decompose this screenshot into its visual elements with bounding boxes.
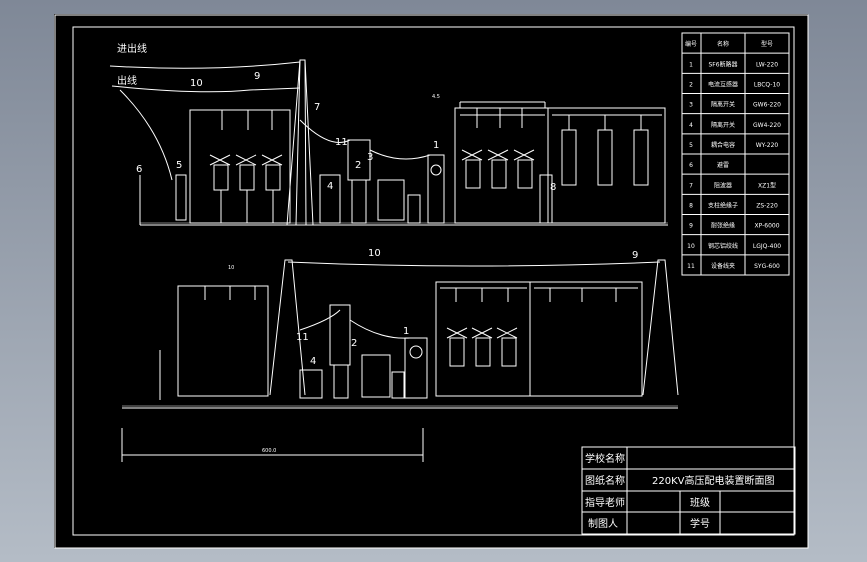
- dimension-600: 600.0: [262, 448, 276, 454]
- drawing-name-value: 220KV高压配电装置断面图: [652, 474, 775, 487]
- callout-top-6: 6: [136, 164, 142, 175]
- parts-table-cell: 1: [689, 61, 693, 68]
- parts-table-cell: 耦合电容: [711, 141, 735, 149]
- parts-table-cell: 耐张绝缘: [711, 222, 735, 230]
- callout-top-2: 2: [355, 160, 361, 171]
- parts-table-cell: 隔离开关: [711, 101, 735, 109]
- callout-top-4: 4: [327, 181, 333, 192]
- parts-table-cell: 3: [689, 102, 693, 109]
- parts-table-cell: LBCQ-10: [754, 81, 780, 88]
- parts-table-cell: 8: [689, 202, 693, 209]
- callout-top-11: 11: [335, 137, 348, 148]
- parts-table-cell: 阻波器: [714, 181, 732, 189]
- parts-table-cell: 设备线夹: [711, 262, 735, 270]
- callout-bottom-2: 2: [351, 338, 357, 349]
- parts-table-cell: 10: [687, 243, 695, 250]
- parts-table-cell: XZ1型: [758, 181, 776, 189]
- cad-drawing: 进出线 出线 10 9 7 11 3 1 4 2 8 6 5 4.5 10 9 …: [54, 14, 809, 549]
- callout-top-5: 5: [176, 160, 182, 171]
- inner-frame: [72, 26, 795, 536]
- parts-table-cell: 避雷: [717, 161, 729, 169]
- small-dimension-left: 10: [228, 265, 234, 271]
- outgoing-line-label: 出线: [117, 74, 137, 87]
- callout-top-3: 3: [367, 152, 373, 163]
- parts-table-cell: SF6断路器: [708, 60, 737, 68]
- callout-bottom-9: 9: [632, 250, 638, 261]
- callout-bottom-1: 1: [403, 326, 409, 337]
- callout-top-10: 10: [190, 78, 203, 89]
- parts-table: [681, 32, 790, 276]
- parts-table-cell: 电流互感器: [708, 80, 738, 88]
- callout-top-8: 8: [550, 182, 556, 193]
- parts-table-cell: 5: [689, 142, 693, 149]
- parts-table-cell: 2: [689, 81, 693, 88]
- lower-section-view: [121, 259, 679, 462]
- parts-table-cell: 4: [689, 122, 693, 129]
- small-dimension-top: 4.5: [432, 94, 440, 100]
- parts-table-cell: GW4-220: [753, 122, 781, 129]
- parts-table-cell: 6: [689, 162, 693, 169]
- drawing-name-label: 图纸名称: [585, 474, 625, 487]
- parts-table-header: 编号: [685, 40, 697, 48]
- parts-table-cell: XP-6000: [754, 223, 779, 230]
- parts-table-cell: LGJQ-400: [753, 243, 781, 250]
- parts-table-cell: WY-220: [756, 142, 779, 149]
- callout-top-1: 1: [433, 140, 439, 151]
- parts-table-header: 型号: [761, 40, 773, 48]
- callout-bottom-11: 11: [296, 332, 309, 343]
- school-name-label: 学校名称: [585, 452, 625, 465]
- callout-bottom-4: 4: [310, 356, 316, 367]
- callout-top-9: 9: [254, 71, 260, 82]
- parts-table-cell: 支柱绝缘子: [708, 201, 738, 209]
- parts-table-cell: 11: [687, 263, 695, 270]
- callout-top-7: 7: [314, 102, 320, 113]
- parts-table-cell: 隔离开关: [711, 121, 735, 129]
- parts-table-cell: SYG-600: [754, 263, 780, 270]
- class-label: 班级: [690, 497, 710, 509]
- parts-table-cell: ZS-220: [756, 202, 778, 209]
- parts-table-header: 名称: [717, 40, 729, 48]
- student-id-label: 学号: [690, 517, 710, 530]
- parts-table-cell: 9: [689, 223, 693, 230]
- parts-table-cell: LW-220: [756, 61, 778, 68]
- parts-table-cell: 7: [689, 182, 693, 189]
- advisor-label: 指导老师: [585, 496, 625, 509]
- callout-bottom-10: 10: [368, 248, 381, 259]
- parts-table-cell: GW6-220: [753, 102, 781, 109]
- drafter-label: 制图人: [588, 517, 618, 530]
- parts-table-cell: 钢芯铝绞线: [708, 242, 738, 250]
- incoming-line-label: 进出线: [117, 42, 147, 55]
